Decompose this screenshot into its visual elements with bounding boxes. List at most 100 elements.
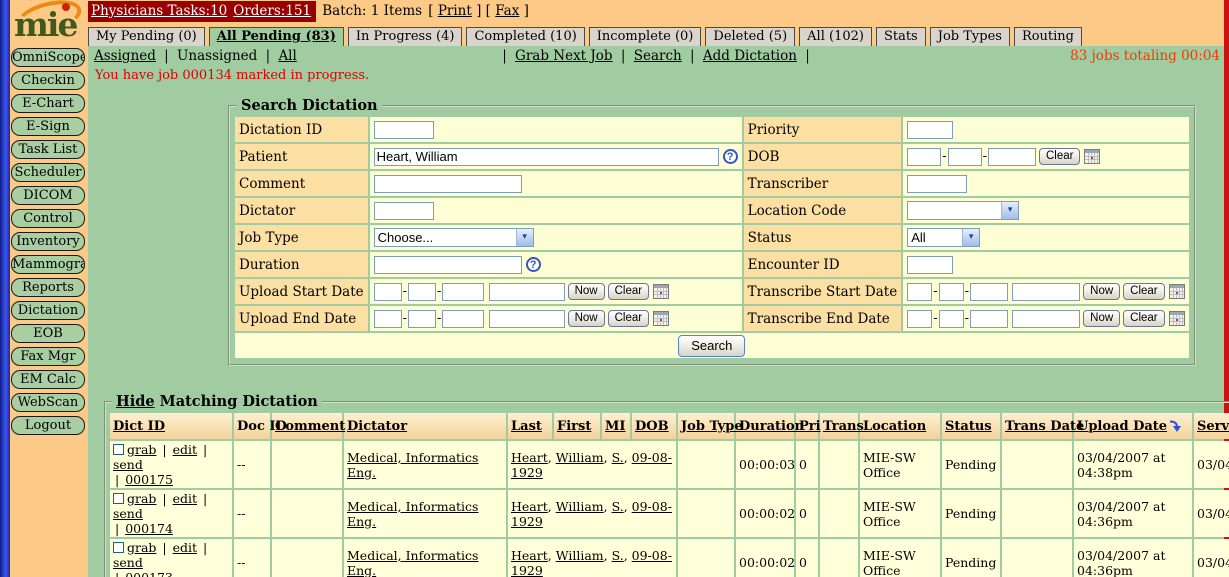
dob-seg3[interactable] [988,148,1036,166]
print-link[interactable]: Print [438,3,472,19]
orders-link[interactable]: Orders:151 [233,3,311,19]
encounter-id-input[interactable] [907,256,953,274]
tab-routing[interactable]: Routing [1014,27,1082,46]
status-select[interactable]: All▾ [907,228,980,247]
sort-sdate-link[interactable]: Service Date [1197,419,1229,434]
transcribe-end-date-now-button[interactable]: Now [1083,310,1120,327]
patient-last-link[interactable]: Heart [511,548,548,563]
transcribe-end-date-seg2[interactable] [939,310,964,328]
transcribe-start-date-now-button[interactable]: Now [1083,283,1120,300]
dict-id-link[interactable]: 000173 [125,570,173,577]
sidebar-item-dicom[interactable]: DICOM [11,186,85,205]
sidebar-item-fax-mgr[interactable]: Fax Mgr [11,347,85,366]
sort-dob-link[interactable]: DOB [635,419,669,434]
patient-first-link[interactable]: William [556,499,604,514]
sidebar-item-omniscope[interactable]: OmniScope [11,48,85,67]
patient-input[interactable] [374,148,719,166]
edit-link[interactable]: edit [173,442,197,457]
upload-end-date-clear-button[interactable]: Clear [608,310,649,327]
dict-id-link[interactable]: 000174 [125,521,173,536]
sort-comment-link[interactable]: Comment [275,419,345,434]
row-checkbox[interactable] [113,444,124,455]
sidebar-item-em-calc[interactable]: EM Calc [11,370,85,389]
sidebar-item-e-chart[interactable]: E-Chart [11,94,85,113]
sidebar-item-mammogra[interactable]: Mammogra [11,255,85,274]
transcribe-start-date-clear-button[interactable]: Clear [1123,283,1164,300]
row-checkbox[interactable] [113,493,124,504]
upload-end-date-seg1[interactable] [374,310,402,328]
sidebar-item-inventory[interactable]: Inventory [11,232,85,251]
sort-last-link[interactable]: Last [511,419,542,434]
patient-first-link[interactable]: William [556,450,604,465]
send-link[interactable]: send [113,506,143,521]
sort-pri-link[interactable]: Pri [799,419,821,434]
row-checkbox[interactable] [113,542,124,553]
patient-mi-link[interactable]: S. [612,499,624,514]
job-type-select[interactable]: Choose...▾ [374,228,534,247]
physicians-tasks-link[interactable]: Physicians Tasks:10 [91,3,227,19]
tab-all-pending-83[interactable]: All Pending (83) [209,27,344,46]
tab-completed-10[interactable]: Completed (10) [466,27,584,46]
patient-last-link[interactable]: Heart [511,450,548,465]
upload-end-date-seg4[interactable] [489,310,565,328]
upload-start-date-calendar-icon[interactable] [653,284,669,299]
sidebar-item-task-list[interactable]: Task List [11,140,85,159]
sort-trans-link[interactable]: Trans [823,419,864,434]
dob-seg2[interactable] [948,148,982,166]
dictator-input[interactable] [374,202,434,220]
tab-deleted-5[interactable]: Deleted (5) [705,27,795,46]
dictation-id-input[interactable] [374,121,434,139]
dictator-link[interactable]: Medical, Informatics Eng. [347,450,478,480]
search-button[interactable]: Search [678,335,745,357]
upload-end-date-now-button[interactable]: Now [568,310,605,327]
upload-start-date-seg3[interactable] [442,283,484,301]
transcribe-end-date-seg4[interactable] [1012,310,1080,328]
transcribe-end-date-seg1[interactable] [907,310,932,328]
dictator-link[interactable]: Medical, Informatics Eng. [347,499,478,529]
transcribe-start-date-seg4[interactable] [1012,283,1080,301]
sort-desc-icon[interactable] [1169,419,1181,432]
transcribe-start-date-seg1[interactable] [907,283,932,301]
patient-help-icon[interactable]: ? [723,149,738,164]
send-link[interactable]: send [113,555,143,570]
upload-start-date-now-button[interactable]: Now [568,283,605,300]
nav-search-link[interactable]: Search [634,48,682,64]
sort-tdate-link[interactable]: Trans Date [1005,419,1084,434]
sidebar-item-scheduler[interactable]: Scheduler [11,163,85,182]
upload-start-date-seg2[interactable] [408,283,436,301]
nav-add-dictation-link[interactable]: Add Dictation [703,48,797,64]
location-code-select[interactable]: ▾ [907,201,1019,220]
upload-end-date-calendar-icon[interactable] [653,311,669,326]
sidebar-item-dictation[interactable]: Dictation [11,301,85,320]
tab-job-types[interactable]: Job Types [930,27,1010,46]
send-link[interactable]: send [113,457,143,472]
transcriber-input[interactable] [907,175,967,193]
sidebar-item-control[interactable]: Control [11,209,85,228]
grab-link[interactable]: grab [127,442,156,457]
sort-dur-link[interactable]: Duration [739,419,804,434]
sidebar-item-reports[interactable]: Reports [11,278,85,297]
duration-help-icon[interactable]: ? [526,257,541,272]
transcribe-end-date-seg3[interactable] [970,310,1008,328]
sidebar-item-webscan[interactable]: WebScan [11,393,85,412]
upload-start-date-seg1[interactable] [374,283,402,301]
transcribe-start-date-seg3[interactable] [970,283,1008,301]
transcribe-start-date-seg2[interactable] [939,283,964,301]
tab-all-102[interactable]: All (102) [799,27,872,46]
sort-first-link[interactable]: First [557,419,591,434]
hide-link[interactable]: Hide [116,393,155,410]
sidebar-item-e-sign[interactable]: E-Sign [11,117,85,136]
grab-link[interactable]: grab [127,491,156,506]
patient-mi-link[interactable]: S. [612,450,624,465]
patient-mi-link[interactable]: S. [612,548,624,563]
transcribe-start-date-calendar-icon[interactable] [1169,284,1185,299]
grab-link[interactable]: grab [127,540,156,555]
tab-my-pending-0[interactable]: My Pending (0) [88,27,205,46]
patient-first-link[interactable]: William [556,548,604,563]
nav-grab-next-job-link[interactable]: Grab Next Job [515,48,613,64]
dob-calendar-icon[interactable] [1084,149,1100,164]
sort-dict-link[interactable]: Dict ID [113,419,165,434]
transcribe-end-date-calendar-icon[interactable] [1169,311,1185,326]
sidebar-item-checkin[interactable]: Checkin [11,71,85,90]
dict-id-link[interactable]: 000175 [125,472,173,487]
